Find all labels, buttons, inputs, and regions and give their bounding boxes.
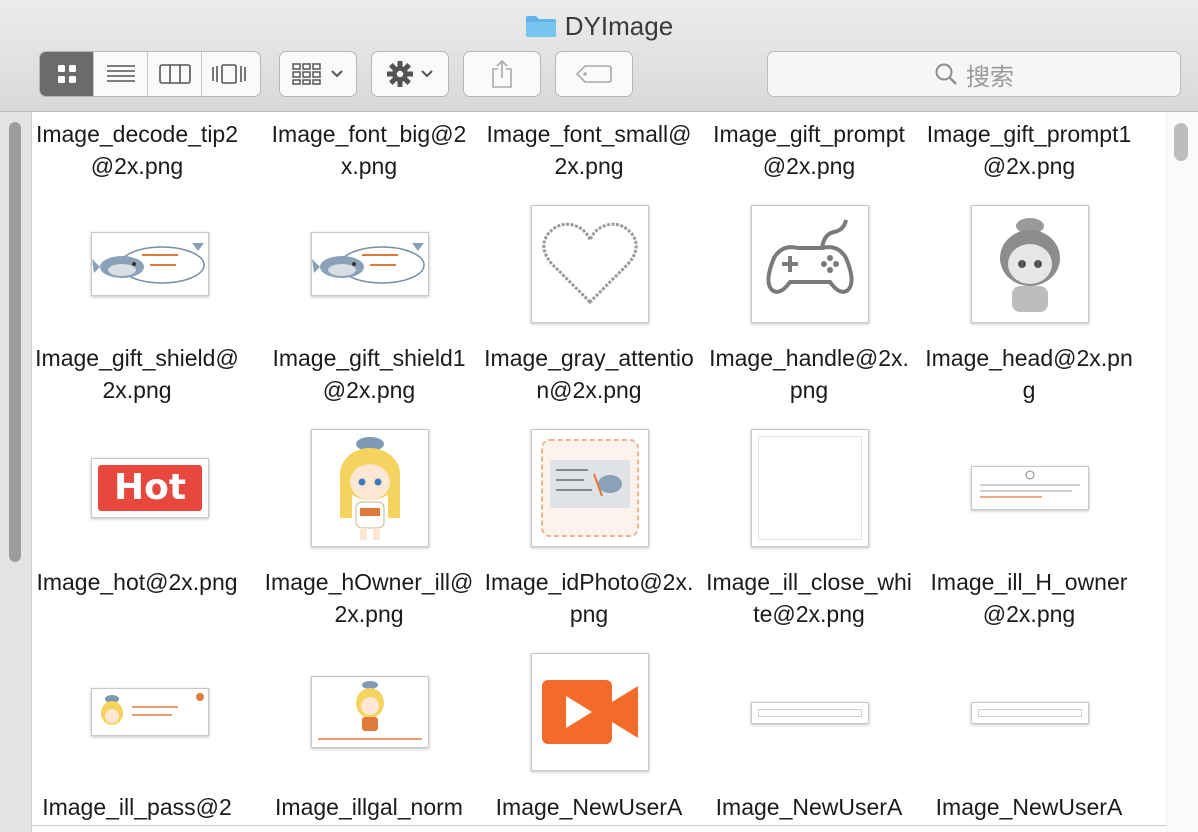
column-view-button[interactable]: [148, 52, 202, 96]
arrange-button[interactable]: [279, 51, 357, 97]
file-label[interactable]: Image_hot@2x.png: [32, 566, 242, 598]
thin-banner-image: [758, 709, 862, 717]
group-grid-icon: [292, 63, 321, 85]
file-label[interactable]: Image_NewUserA: [704, 791, 914, 823]
file-thumbnail[interactable]: [531, 205, 649, 323]
gear-icon: [387, 61, 413, 87]
search-placeholder: 搜索: [966, 63, 1014, 91]
file-thumbnail[interactable]: [751, 205, 869, 323]
file-label[interactable]: Image_handle@2x.png: [704, 342, 914, 406]
file-label[interactable]: Image_font_big@2x.png: [264, 118, 474, 182]
tag-icon: [576, 65, 612, 83]
list-view-button[interactable]: [94, 52, 148, 96]
file-thumbnail[interactable]: [751, 702, 869, 724]
file-label[interactable]: Image_gray_attention@2x.png: [484, 342, 694, 406]
file-label[interactable]: Image_gift_prompt@2x.png: [704, 118, 914, 182]
file-label[interactable]: Image_idPhoto@2x.png: [484, 566, 694, 630]
file-label[interactable]: Image_gift_prompt1@2x.png: [924, 118, 1134, 182]
shark-banner-image: [312, 243, 425, 284]
divider: [32, 825, 1166, 826]
window-title-text: DYImage: [564, 10, 674, 41]
file-label[interactable]: Image_gift_shield1@2x.png: [264, 342, 474, 406]
file-thumbnail[interactable]: [311, 676, 429, 748]
cover-flow-view-icon: [212, 64, 246, 84]
file-thumbnail[interactable]: Hot: [91, 458, 209, 518]
file-thumbnail[interactable]: [311, 232, 429, 296]
column-view-icon: [158, 64, 191, 84]
anime-girl-image: [340, 437, 400, 540]
window-toolbar: DYImage 搜索: [0, 0, 1198, 112]
file-label[interactable]: Image_decode_tip2@2x.png: [32, 118, 242, 182]
share-icon: [492, 59, 512, 88]
file-thumbnail[interactable]: [751, 429, 869, 547]
tag-button[interactable]: [555, 51, 633, 97]
file-thumbnail[interactable]: [971, 702, 1089, 724]
file-thumbnail[interactable]: [531, 653, 649, 771]
file-thumbnail[interactable]: [311, 429, 429, 547]
shark-banner-image: [92, 243, 205, 284]
file-label[interactable]: Image_ill_close_white@2x.png: [704, 566, 914, 630]
pass-banner-image: [101, 693, 204, 725]
illegal-banner-image: [318, 681, 422, 740]
file-label[interactable]: Image_ill_pass@2: [32, 791, 242, 823]
file-thumbnail[interactable]: [531, 429, 649, 547]
file-thumbnail[interactable]: [971, 466, 1089, 510]
file-label[interactable]: Image_head@2x.png: [924, 342, 1134, 406]
cover-flow-view-button[interactable]: [202, 52, 256, 96]
notice-banner-image: [980, 470, 1080, 498]
search-field[interactable]: 搜索: [767, 51, 1181, 97]
file-label[interactable]: Image_NewUserA: [924, 791, 1134, 823]
video-camera-icon: [542, 680, 638, 744]
file-label[interactable]: Image_gift_shield@2x.png: [32, 342, 242, 406]
file-grid: Image_decode_tip2@2x.png Image_font_big@…: [32, 112, 1172, 832]
id-photo-image: [541, 439, 639, 537]
scrollbar-track[interactable]: [1166, 112, 1198, 832]
file-thumbnail[interactable]: [91, 232, 209, 296]
thin-banner-image: [978, 709, 1082, 717]
icon-view-icon: [57, 65, 76, 83]
list-view-icon: [106, 65, 135, 82]
search-icon: [935, 63, 957, 85]
file-label[interactable]: Image_NewUserA: [484, 791, 694, 823]
sidebar-scrollbar-thumb[interactable]: [9, 122, 21, 562]
gamepad-icon: [766, 219, 854, 294]
scrollbar-thumb[interactable]: [1174, 123, 1188, 161]
view-mode-group: [39, 51, 261, 97]
file-label[interactable]: Image_illgal_norm: [264, 791, 474, 823]
share-button[interactable]: [463, 51, 541, 97]
blank-image: [758, 436, 862, 540]
chevron-down-icon: [421, 70, 433, 78]
hot-badge: Hot: [98, 465, 202, 511]
window-title: DYImage: [0, 10, 1198, 42]
action-button[interactable]: [371, 51, 449, 97]
file-label[interactable]: Image_ill_H_owner@2x.png: [924, 566, 1134, 630]
chevron-down-icon: [331, 70, 343, 78]
folder-icon: [525, 16, 556, 37]
file-label[interactable]: Image_hOwner_ill@2x.png: [264, 566, 474, 630]
file-thumbnail[interactable]: [971, 205, 1089, 323]
gray-avatar-image: [1000, 218, 1060, 312]
heart-icon: [542, 222, 638, 305]
file-thumbnail[interactable]: [91, 688, 209, 736]
icon-view-button[interactable]: [40, 52, 94, 96]
file-label[interactable]: Image_font_small@2x.png: [484, 118, 694, 182]
